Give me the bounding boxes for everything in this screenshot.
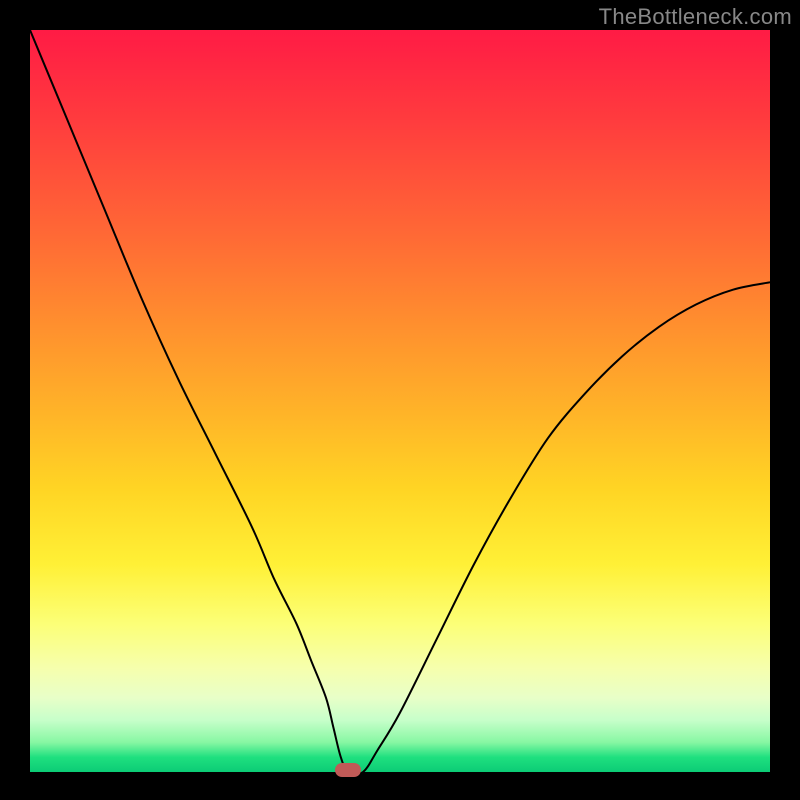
optimal-marker [335,763,361,777]
watermark-text: TheBottleneck.com [599,4,792,30]
chart-plot-area [30,30,770,772]
bottleneck-curve [30,30,770,772]
